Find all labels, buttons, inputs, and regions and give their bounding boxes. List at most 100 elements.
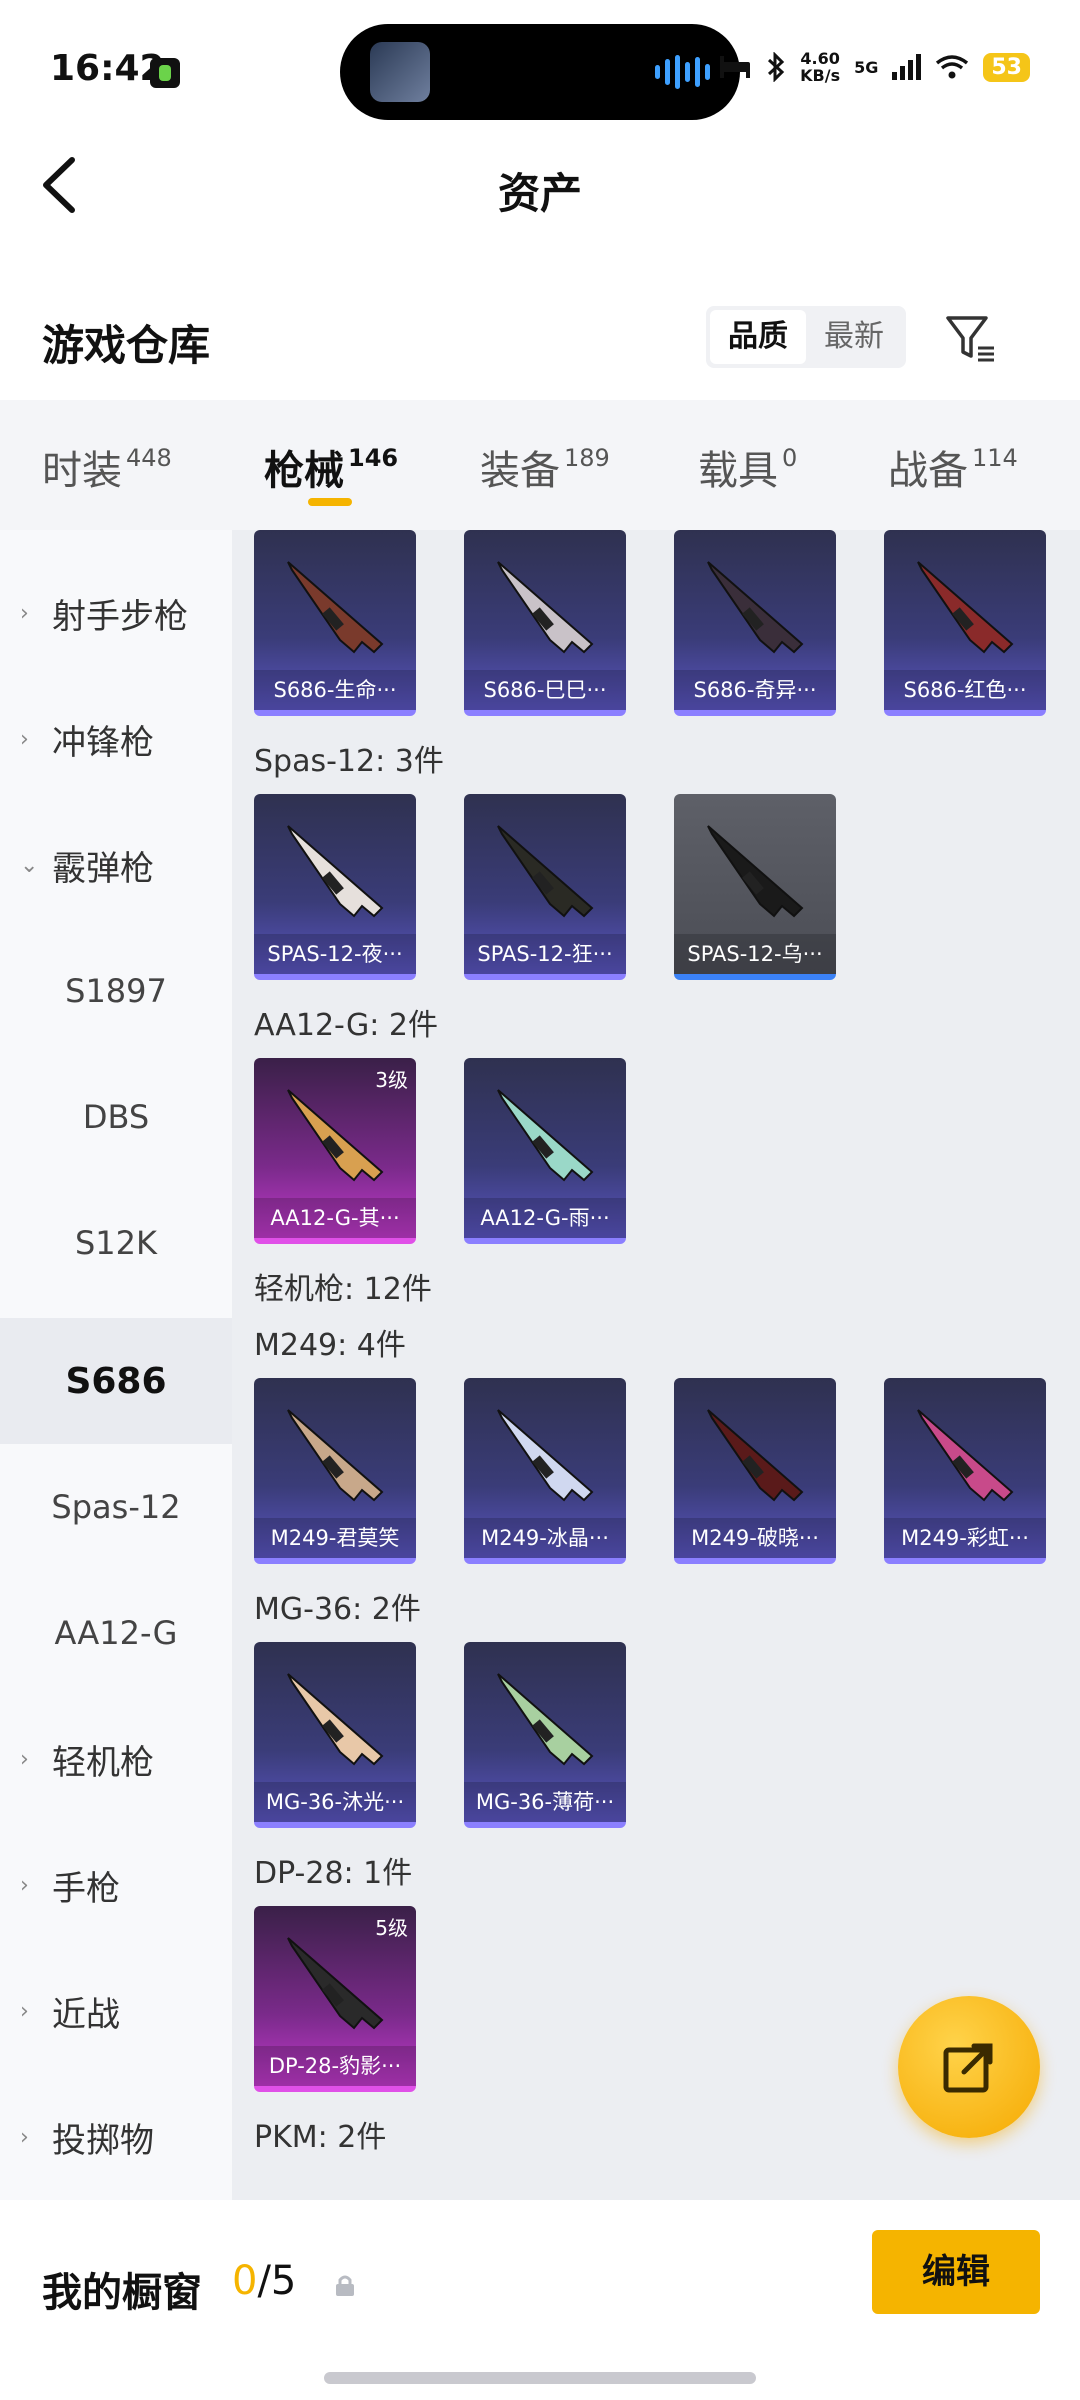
group-label: MG-36: 2件 [254, 1592, 421, 1627]
sidebar-item-pistol[interactable]: › 手枪 [0, 1822, 232, 1948]
tab-vehicles[interactable]: 载具 0 [698, 438, 797, 496]
weapon-name: M249-君莫笑 [254, 1518, 416, 1558]
level-badge: 3级 [375, 1068, 408, 1092]
weapon-name: M249-破晓··· [674, 1518, 836, 1558]
weapon-thumbnail [287, 1089, 384, 1182]
weapon-name: M249-冰晶··· [464, 1518, 626, 1558]
filter-icon [946, 316, 994, 362]
tab-equipment[interactable]: 装备 189 [480, 438, 610, 496]
sidebar-item-s686[interactable]: S686 [0, 1318, 232, 1444]
sort-toggle: 品质 最新 [706, 306, 906, 368]
weapon-card[interactable]: SPAS-12-狂··· [464, 794, 626, 980]
weapon-category-sidebar: › 射手步枪 › 冲锋枪 ⌄ 霰弹枪 S1897 DBS S12K S686 Spas… [0, 530, 232, 2200]
weapon-thumbnail [287, 1409, 384, 1502]
weapon-card[interactable]: MG-36-薄荷··· [464, 1642, 626, 1828]
weapon-card[interactable]: SPAS-12-乌··· [674, 794, 836, 980]
wifi-icon [936, 55, 969, 79]
weapon-card[interactable]: S686-奇异··· [674, 530, 836, 716]
weapon-thumbnail [497, 1673, 594, 1766]
tab-supplies[interactable]: 战备 114 [888, 438, 1018, 496]
status-bar: 16:42 4.60 KB/s 5G 53 [0, 0, 1080, 140]
weapon-thumbnail [917, 561, 1014, 654]
weapon-card[interactable]: S686-红色··· [884, 530, 1046, 716]
sidebar-item-lmg[interactable]: › 轻机枪 [0, 1696, 232, 1822]
weapon-card[interactable]: AA12-G-雨··· [464, 1058, 626, 1244]
sidebar-item-smg[interactable]: › 冲锋枪 [0, 676, 232, 802]
weapon-card[interactable]: S686-巳巳··· [464, 530, 626, 716]
weapon-card[interactable]: M249-冰晶··· [464, 1378, 626, 1564]
weapon-thumbnail [707, 1409, 804, 1502]
weapon-name: MG-36-沐光··· [254, 1782, 416, 1822]
group-label: DP-28: 1件 [254, 1856, 413, 1891]
chevron-right-icon: › [20, 1746, 29, 1772]
group-label: AA12-G: 2件 [254, 1008, 438, 1043]
weapon-card[interactable]: M249-破晓··· [674, 1378, 836, 1564]
bottom-bar: 我的橱窗 0/5 编辑 [0, 2200, 1080, 2400]
weapon-thumbnail [497, 561, 594, 654]
weapon-name: SPAS-12-夜··· [254, 934, 416, 974]
share-button[interactable] [898, 1996, 1040, 2138]
weapon-name: M249-彩虹··· [884, 1518, 1046, 1558]
weapon-name: S686-巳巳··· [464, 670, 626, 710]
sidebar-item-spas12[interactable]: Spas-12 [0, 1444, 232, 1570]
tab-weapons[interactable]: 枪械 146 [264, 438, 398, 496]
sort-option-newest[interactable]: 最新 [806, 310, 902, 364]
sidebar-item-marksman-rifle[interactable]: › 射手步枪 [0, 550, 232, 676]
status-icons: 4.60 KB/s 5G 53 [718, 50, 1030, 84]
weapon-card[interactable]: S686-生命··· [254, 530, 416, 716]
sidebar-item-aa12g[interactable]: AA12-G [0, 1570, 232, 1696]
chevron-right-icon: › [20, 1872, 29, 1898]
weapon-thumbnail [707, 825, 804, 918]
sidebar-item-s12k[interactable]: S12K [0, 1180, 232, 1306]
status-time: 16:42 [50, 48, 165, 89]
dynamic-island[interactable] [340, 24, 740, 120]
edit-button[interactable]: 编辑 [872, 2230, 1040, 2314]
weapon-card[interactable]: 5级 DP-28-豹影··· [254, 1906, 416, 2092]
weapon-name: S686-生命··· [254, 670, 416, 710]
chevron-right-icon: › [20, 726, 29, 752]
chevron-right-icon: › [20, 2124, 29, 2150]
weapon-thumbnail [497, 1409, 594, 1502]
showcase-label: 我的橱窗 [42, 2270, 202, 2316]
battery-indicator: 53 [983, 52, 1030, 82]
tab-fashion[interactable]: 时装 448 [42, 438, 172, 496]
weapon-name: AA12-G-其··· [254, 1198, 416, 1238]
weapon-name: SPAS-12-乌··· [674, 934, 836, 974]
weapon-grid: S686-生命··· S686-巳巳··· S686-奇异··· S686-红色···… [232, 530, 1080, 2200]
media-thumbnail [370, 42, 430, 102]
bed-icon [720, 56, 751, 78]
sidebar-item-dbs[interactable]: DBS [0, 1054, 232, 1180]
weapon-card[interactable]: M249-彩虹··· [884, 1378, 1046, 1564]
group-label: 轻机枪: 12件 [254, 1272, 432, 1307]
category-tabs: 时装 448 枪械 146 装备 189 载具 0 战备 114 [0, 400, 1080, 530]
group-label: Spas-12: 3件 [254, 744, 444, 779]
sidebar-item-s1897[interactable]: S1897 [0, 928, 232, 1054]
weapon-card[interactable]: SPAS-12-夜··· [254, 794, 416, 980]
weapon-card[interactable]: MG-36-沐光··· [254, 1642, 416, 1828]
weapon-name: SPAS-12-狂··· [464, 934, 626, 974]
weapon-thumbnail [287, 825, 384, 918]
weapon-card[interactable]: M249-君莫笑 [254, 1378, 416, 1564]
weapon-thumbnail [917, 1409, 1014, 1502]
weapon-name: AA12-G-雨··· [464, 1198, 626, 1238]
sidebar-item-melee[interactable]: › 近战 [0, 1948, 232, 2074]
chevron-right-icon: › [20, 1998, 29, 2024]
weapon-name: DP-28-豹影··· [254, 2046, 416, 2086]
home-indicator[interactable] [324, 2372, 756, 2384]
weapon-name: S686-红色··· [884, 670, 1046, 710]
network-type: 5G [854, 57, 879, 77]
chevron-down-icon: ⌄ [20, 852, 39, 878]
warehouse-title: 游戏仓库 [42, 321, 211, 370]
weapon-thumbnail [707, 561, 804, 654]
audio-wave-icon [655, 54, 710, 90]
weapon-card[interactable]: 3级 AA12-G-其··· [254, 1058, 416, 1244]
filter-button[interactable] [940, 308, 1000, 368]
sort-option-quality[interactable]: 品质 [710, 310, 806, 364]
group-label: PKM: 2件 [254, 2120, 387, 2155]
sidebar-item-shotgun[interactable]: ⌄ 霰弹枪 [0, 802, 232, 928]
weapon-name: S686-奇异··· [674, 670, 836, 710]
sidebar-item-throwables[interactable]: › 投掷物 [0, 2074, 232, 2200]
share-out-icon [943, 2043, 993, 2093]
weapon-thumbnail [497, 825, 594, 918]
level-badge: 5级 [375, 1916, 408, 1940]
